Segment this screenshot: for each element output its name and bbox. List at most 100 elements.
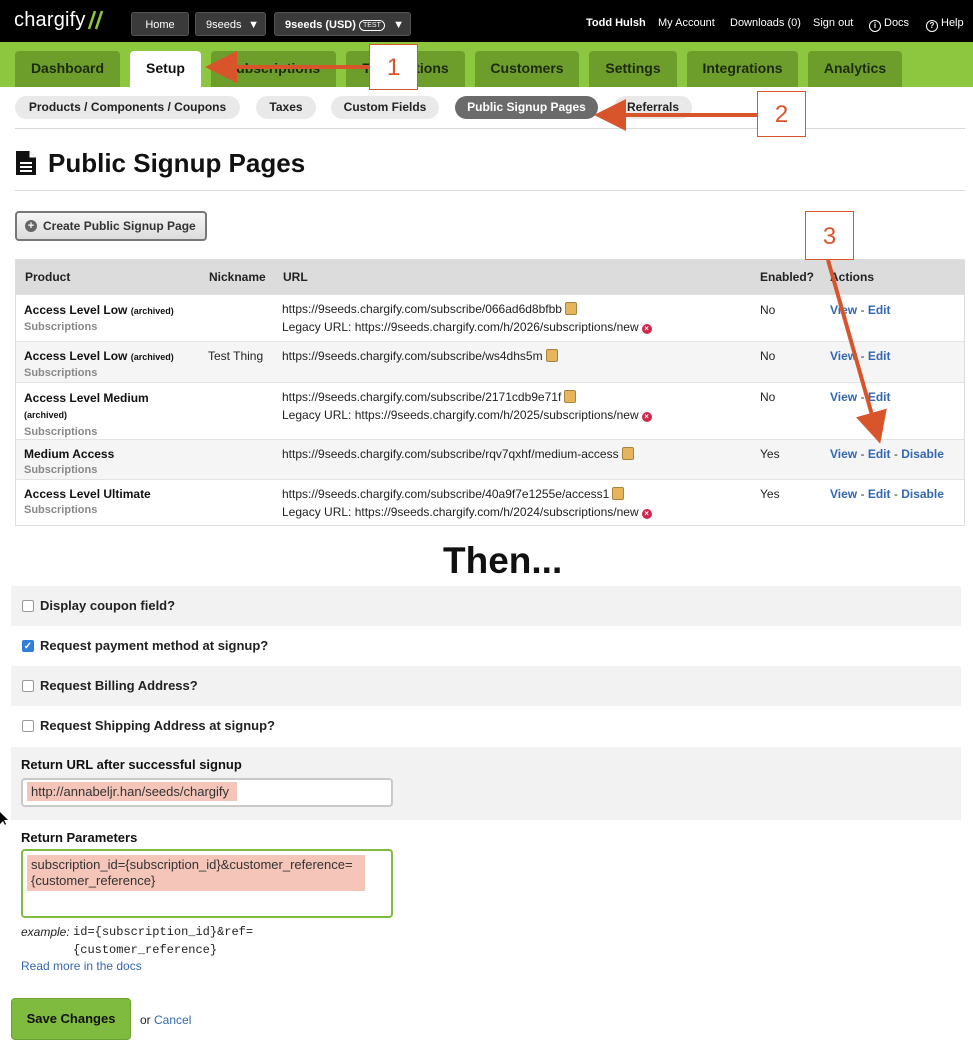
my-account-link[interactable]: My Account — [658, 17, 715, 29]
url-cell: https://9seeds.chargify.com/subscribe/40… — [282, 485, 652, 521]
read-docs-link[interactable]: Read more in the docs — [21, 959, 142, 973]
product-family: Subscriptions — [24, 504, 98, 516]
actions-cell: View - Edit — [830, 349, 891, 363]
remove-icon[interactable]: × — [641, 509, 652, 519]
view-link[interactable]: View — [830, 487, 857, 501]
save-changes-button[interactable]: Save Changes — [11, 998, 131, 1040]
product-name: Access Level Ultimate — [24, 487, 151, 501]
signup-pages-table: Product Nickname URL Enabled? Actions Ac… — [15, 259, 965, 526]
chargify-logo-mark-icon — [87, 10, 104, 30]
example-label: example: — [21, 925, 70, 939]
return-url-section: Return URL after successful signup http:… — [11, 747, 961, 820]
signup-url[interactable]: https://9seeds.chargify.com/subscribe/06… — [282, 302, 562, 316]
chargify-logo[interactable]: chargify — [14, 9, 86, 32]
account-selector[interactable]: 9seeds (USD) TEST ▼ — [274, 12, 411, 36]
product-name: Access Level Medium — [24, 391, 149, 405]
product-name: Access Level Low — [24, 349, 128, 363]
nickname-value: Test Thing — [208, 349, 264, 363]
subnav-public-signup-pages[interactable]: Public Signup Pages — [455, 96, 598, 119]
product-cell: Access Level Medium (archived) Subscript… — [24, 390, 194, 440]
product-family: Subscriptions — [24, 321, 98, 333]
view-link[interactable]: View — [830, 447, 857, 461]
enabled-value: No — [760, 303, 776, 317]
return-url-input[interactable]: http://annabeljr.han/seeds/chargify — [21, 778, 393, 807]
return-parameters-textarea[interactable]: subscription_id={subscription_id}&custom… — [21, 849, 393, 918]
copy-icon[interactable] — [545, 349, 558, 362]
tab-subscriptions[interactable]: Subscriptions — [211, 51, 336, 87]
return-url-label: Return URL after successful signup — [21, 757, 242, 772]
signup-url[interactable]: https://9seeds.chargify.com/subscribe/40… — [282, 487, 609, 501]
edit-link[interactable]: Edit — [868, 447, 891, 461]
edit-link[interactable]: Edit — [868, 487, 891, 501]
copy-icon[interactable] — [564, 302, 577, 315]
display-coupon-checkbox[interactable] — [22, 600, 34, 612]
enabled-value: No — [760, 349, 776, 363]
create-button-label: Create Public Signup Page — [43, 219, 196, 233]
request-billing-checkbox[interactable] — [22, 680, 34, 692]
request-shipping-checkbox[interactable] — [22, 720, 34, 732]
table-row: Access Level Ultimate Subscriptions http… — [16, 479, 964, 525]
request-shipping-option[interactable]: Request Shipping Address at signup? — [11, 706, 961, 746]
signup-url[interactable]: https://9seeds.chargify.com/subscribe/21… — [282, 390, 561, 404]
copy-icon[interactable] — [621, 447, 634, 460]
cancel-link[interactable]: Cancel — [154, 1013, 191, 1027]
sign-out-link[interactable]: Sign out — [813, 17, 853, 29]
actions-cell: View - Edit - Disable — [830, 487, 944, 501]
info-icon: i — [869, 20, 881, 32]
help-link[interactable]: ? Help — [926, 17, 964, 32]
document-icon — [16, 151, 36, 175]
annotation-2: 2 — [757, 91, 806, 137]
user-name: Todd Hulsh — [586, 17, 646, 29]
tab-dashboard[interactable]: Dashboard — [15, 51, 120, 87]
tab-setup[interactable]: Setup — [130, 51, 201, 87]
site-selector[interactable]: 9seeds ▼ — [195, 12, 266, 36]
view-link[interactable]: View — [830, 390, 857, 404]
actions-cell: View - Edit — [830, 303, 891, 317]
signup-url[interactable]: https://9seeds.chargify.com/subscribe/rq… — [282, 447, 619, 461]
request-billing-option[interactable]: Request Billing Address? — [11, 666, 961, 706]
copy-icon[interactable] — [564, 390, 577, 403]
archived-tag: (archived) — [24, 410, 68, 420]
annotation-3: 3 — [805, 211, 854, 260]
view-link[interactable]: View — [830, 349, 857, 363]
remove-icon[interactable]: × — [641, 412, 652, 422]
return-parameters-value: subscription_id={subscription_id}&custom… — [27, 855, 365, 891]
product-family: Subscriptions — [24, 464, 98, 476]
actions-cell: View - Edit — [830, 390, 891, 404]
example-hint: example: id={subscription_id}&ref={custo… — [21, 923, 313, 959]
annotation-1: 1 — [369, 44, 418, 90]
subnav-products[interactable]: Products / Components / Coupons — [15, 96, 240, 119]
table-row: Medium Access Subscriptions https://9see… — [16, 439, 964, 479]
tab-integrations[interactable]: Integrations — [687, 51, 798, 87]
request-billing-label: Request Billing Address? — [40, 678, 198, 693]
subnav-taxes[interactable]: Taxes — [256, 96, 316, 119]
or-cancel: or Cancel — [140, 1013, 191, 1027]
edit-link[interactable]: Edit — [868, 303, 891, 317]
subnav-custom-fields[interactable]: Custom Fields — [331, 96, 439, 119]
enabled-value: Yes — [760, 447, 780, 461]
view-link[interactable]: View — [830, 303, 857, 317]
url-cell: https://9seeds.chargify.com/subscribe/21… — [282, 388, 652, 424]
request-payment-checkbox[interactable]: ✓ — [22, 640, 34, 652]
display-coupon-option[interactable]: Display coupon field? — [11, 586, 961, 626]
create-public-signup-page-button[interactable]: + Create Public Signup Page — [15, 211, 207, 241]
tab-customers[interactable]: Customers — [475, 51, 579, 87]
enabled-value: Yes — [760, 487, 780, 501]
legacy-url: Legacy URL: https://9seeds.chargify.com/… — [282, 320, 639, 334]
docs-link[interactable]: i Docs — [869, 17, 909, 32]
home-button[interactable]: Home — [131, 12, 189, 36]
remove-icon[interactable]: × — [641, 324, 652, 334]
subnav-referrals[interactable]: Referrals — [614, 96, 692, 119]
disable-link[interactable]: Disable — [901, 487, 944, 501]
request-payment-option[interactable]: ✓ Request payment method at signup? — [11, 626, 961, 666]
main-nav: Dashboard Setup Subscriptions Transactio… — [0, 42, 973, 87]
downloads-link[interactable]: Downloads (0) — [730, 17, 801, 29]
disable-link[interactable]: Disable — [901, 447, 944, 461]
edit-link[interactable]: Edit — [868, 390, 891, 404]
display-coupon-label: Display coupon field? — [40, 598, 176, 613]
signup-url[interactable]: https://9seeds.chargify.com/subscribe/ws… — [282, 349, 543, 363]
copy-icon[interactable] — [612, 487, 625, 500]
tab-settings[interactable]: Settings — [589, 51, 677, 87]
edit-link[interactable]: Edit — [868, 349, 891, 363]
tab-analytics[interactable]: Analytics — [808, 51, 902, 87]
